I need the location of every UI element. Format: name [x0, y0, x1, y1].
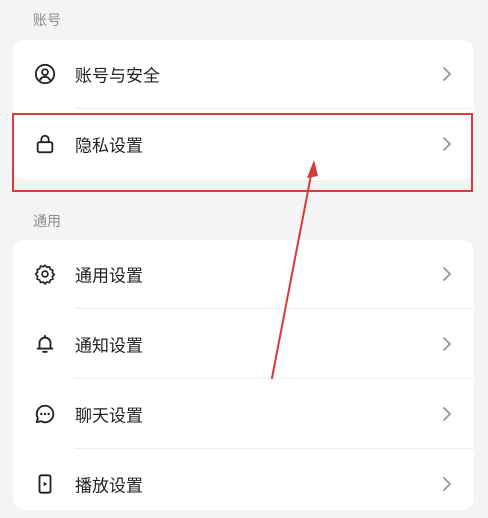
chevron-right-icon [443, 267, 451, 281]
chat-bubble-icon [35, 404, 55, 424]
settings-item-label: 通用设置 [75, 266, 143, 287]
divider [75, 448, 474, 449]
chevron-right-icon [443, 477, 451, 491]
highlight-box [12, 113, 473, 192]
chevron-right-icon [443, 67, 451, 81]
settings-item-account-security[interactable]: 账号与安全 [13, 40, 474, 108]
section-title-general: 通用 [33, 214, 61, 230]
chevron-right-icon [443, 407, 451, 421]
phone-play-icon [38, 474, 52, 494]
bell-icon [36, 334, 54, 353]
settings-item-playback[interactable]: 播放设置 [13, 450, 474, 518]
settings-item-chat[interactable]: 聊天设置 [13, 380, 474, 448]
settings-item-label: 账号与安全 [75, 66, 160, 87]
section-title-account: 账号 [33, 13, 61, 29]
chevron-right-icon [443, 337, 451, 351]
general-settings-card: 通用设置 通知设置 聊天设置 播放设置 [13, 240, 474, 510]
gear-icon [34, 264, 56, 285]
divider [75, 108, 474, 109]
user-circle-icon [34, 63, 56, 85]
settings-item-label: 播放设置 [75, 476, 143, 497]
settings-item-label: 聊天设置 [75, 406, 143, 427]
divider [75, 378, 474, 379]
settings-item-general[interactable]: 通用设置 [13, 240, 474, 308]
divider [75, 308, 474, 309]
settings-item-label: 通知设置 [75, 336, 143, 357]
settings-item-notification[interactable]: 通知设置 [13, 310, 474, 378]
